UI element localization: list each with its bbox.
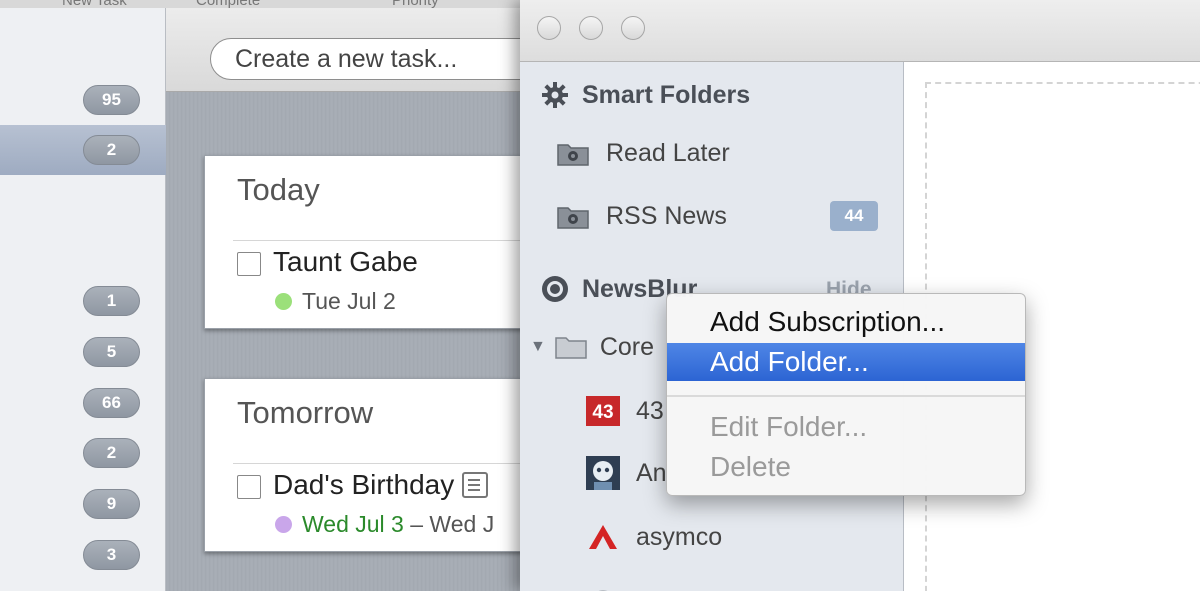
sidebar-count-badge: 5	[83, 337, 140, 367]
new-task-tab[interactable]: New Task	[62, 0, 127, 8]
task-list-pane: Today Taunt Gabe Tue Jul 2 Tomorrow Dad'…	[166, 8, 570, 591]
feed-label: 43	[636, 396, 664, 425]
sidebar-count-badge: 2	[83, 135, 140, 165]
feed-row[interactable]	[586, 582, 636, 591]
sidebar-count-badge: 3	[83, 540, 140, 570]
sidebar-count-badge: 1	[83, 286, 140, 316]
sidebar-count-badge: 2	[83, 438, 140, 468]
divider	[233, 463, 543, 464]
task-name[interactable]: Taunt Gabe	[273, 246, 418, 278]
menu-item-edit-folder[interactable]: Edit Folder...	[667, 408, 1025, 446]
feed-label: asymco	[636, 522, 723, 551]
day-title: Tomorrow	[237, 395, 374, 430]
feed-row[interactable]: An	[586, 456, 667, 490]
gear-icon	[540, 80, 570, 110]
zoom-window-button[interactable]	[621, 16, 645, 40]
sidebar-item-label: Read Later	[606, 138, 730, 167]
smart-folders-header: Smart Folders	[540, 80, 750, 110]
feed-icon	[586, 582, 620, 591]
task-due-date: Wed Jul 3 – Wed J	[275, 511, 494, 538]
day-title: Today	[237, 172, 320, 207]
task-date-end: – Wed J	[403, 511, 495, 537]
note-icon[interactable]	[462, 471, 489, 498]
feed-label: An	[636, 458, 667, 487]
task-due-date: Tue Jul 2	[275, 288, 396, 315]
asymco-icon	[586, 522, 620, 552]
task-checkbox[interactable]	[237, 252, 261, 276]
menu-item-add-folder[interactable]: Add Folder...	[667, 343, 1025, 381]
sidebar-count-badge: 95	[83, 85, 140, 115]
feed-row[interactable]: 43 43	[586, 396, 664, 426]
unread-count-badge: 44	[830, 201, 878, 231]
complete-tab[interactable]: Complete	[196, 0, 260, 8]
newsblur-logo-icon	[540, 274, 570, 304]
43folders-icon: 43	[586, 396, 620, 426]
smart-folder-icon	[556, 201, 590, 231]
task-name[interactable]: Dad's Birthday	[273, 469, 489, 501]
menu-item-delete[interactable]: Delete	[667, 448, 1025, 486]
reader-titlebar	[520, 0, 1200, 62]
task-date-start: Wed Jul 3	[302, 511, 404, 537]
minimize-window-button[interactable]	[579, 16, 603, 40]
priority-dot-icon	[275, 516, 292, 533]
day-card-tomorrow: Tomorrow Dad's Birthday Wed Jul 3 – Wed …	[204, 378, 544, 552]
smart-folder-icon	[556, 138, 590, 168]
close-window-button[interactable]	[537, 16, 561, 40]
folder-label: Core	[599, 332, 655, 361]
task-top-toolbar: New Task Complete Priority	[0, 0, 560, 8]
sidebar-count-badge: 9	[83, 489, 140, 519]
sidebar-count-badge: 66	[83, 388, 140, 418]
task-name-text: Dad's Birthday	[273, 469, 455, 500]
folder-row-core[interactable]: ▼ Core	[530, 332, 654, 362]
sidebar-item-label: RSS News	[606, 201, 727, 230]
menu-separator	[667, 395, 1025, 397]
task-date-text: Tue Jul 2	[302, 288, 396, 314]
divider	[233, 240, 543, 241]
menu-item-add-subscription[interactable]: Add Subscription...	[667, 303, 1025, 341]
task-sidebar: 95 2 1 5 66 2 9 3	[0, 8, 166, 591]
sidebar-item-rss-news[interactable]: RSS News	[556, 201, 727, 231]
folder-icon	[554, 332, 588, 362]
avatar-icon	[586, 456, 620, 490]
priority-dot-icon	[275, 293, 292, 310]
sidebar-item-read-later[interactable]: Read Later	[556, 138, 730, 168]
feed-row[interactable]: asymco	[586, 522, 722, 552]
task-checkbox[interactable]	[237, 475, 261, 499]
disclosure-triangle-icon[interactable]: ▼	[530, 338, 546, 356]
new-task-input[interactable]	[210, 38, 570, 80]
svg-text:43: 43	[592, 402, 613, 423]
task-toolbar	[166, 8, 570, 92]
day-card-today: Today Taunt Gabe Tue Jul 2	[204, 155, 544, 329]
priority-tab[interactable]: Priority	[392, 0, 439, 8]
smart-folders-title: Smart Folders	[582, 80, 751, 109]
context-menu: Add Subscription... Add Folder... Edit F…	[666, 293, 1026, 496]
